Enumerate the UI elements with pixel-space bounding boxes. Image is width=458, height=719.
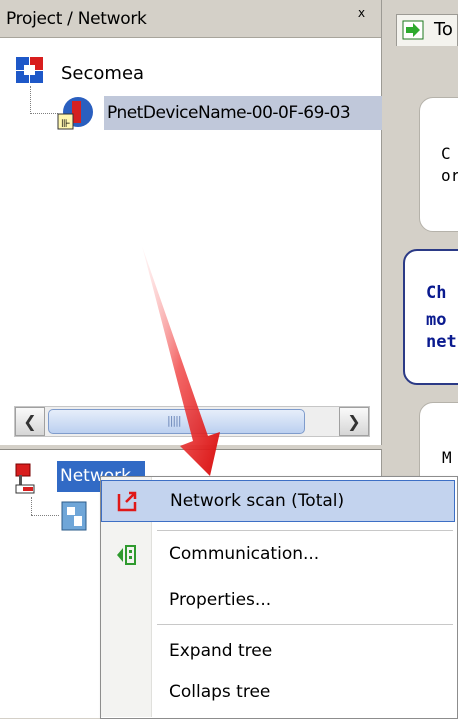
tree-connector xyxy=(30,113,58,114)
tree-item-secomea[interactable]: Secomea xyxy=(61,63,144,84)
menu-item-network-scan[interactable]: Network scan (Total) xyxy=(101,480,455,522)
menu-item-communication[interactable]: Communication... xyxy=(101,535,455,574)
secomea-project-icon[interactable] xyxy=(15,56,45,84)
menu-item-label: Properties... xyxy=(169,590,272,610)
highlight-card-text: mo xyxy=(426,310,447,330)
tab-label: To xyxy=(434,19,453,40)
tree-connector xyxy=(31,515,59,516)
tree-connector xyxy=(31,497,32,515)
info-card-text: C xyxy=(441,144,451,163)
scroll-left-button[interactable]: ❮ xyxy=(15,407,45,436)
profinet-device-icon[interactable]: ⊪ xyxy=(57,95,95,133)
highlight-card-text: net xyxy=(426,332,457,352)
network-root-icon[interactable] xyxy=(14,463,42,495)
chevron-left-icon: ❮ xyxy=(23,412,37,431)
menu-item-properties[interactable]: Properties... xyxy=(101,581,455,620)
highlight-card-text: Ch xyxy=(426,283,447,303)
network-device-icon[interactable] xyxy=(60,500,90,532)
info-card-text: M xyxy=(442,448,452,467)
menu-separator xyxy=(157,530,453,531)
tree-item-pnet-device[interactable]: PnetDeviceName-00-0F-69-03 xyxy=(104,96,384,130)
scroll-right-button[interactable]: ❯ xyxy=(339,407,369,436)
green-arrow-icon xyxy=(402,20,424,40)
menu-item-label: Communication... xyxy=(169,544,320,564)
info-card xyxy=(419,97,458,232)
menu-item-label: Expand tree xyxy=(169,641,273,661)
tree-connector xyxy=(30,86,31,114)
menu-item-label: Network scan (Total) xyxy=(170,491,345,511)
chevron-right-icon: ❯ xyxy=(347,412,361,431)
menu-item-label: Collaps tree xyxy=(169,682,271,702)
communication-icon xyxy=(115,544,137,566)
info-card-text: or xyxy=(441,166,458,185)
network-scan-icon xyxy=(116,489,140,513)
project-panel xyxy=(0,0,382,445)
horizontal-scrollbar[interactable]: ❮ ||||| ❯ xyxy=(14,406,370,437)
svg-text:⊪: ⊪ xyxy=(61,117,71,130)
project-panel-title: Project / Network xyxy=(6,9,147,29)
menu-item-expand-tree[interactable]: Expand tree xyxy=(101,632,455,671)
menu-separator xyxy=(157,624,453,625)
menu-item-collapse-tree[interactable]: Collaps tree xyxy=(101,673,455,712)
grip-icon: ||||| xyxy=(167,414,181,427)
scroll-thumb[interactable]: ||||| xyxy=(48,409,305,434)
pin-icon[interactable]: ᕁ xyxy=(357,7,366,28)
